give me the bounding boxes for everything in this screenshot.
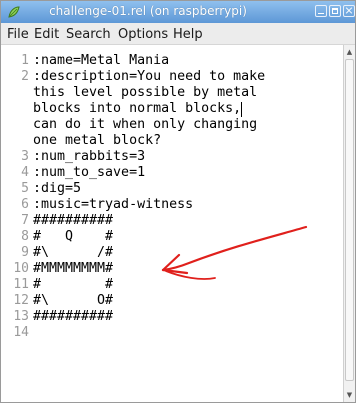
scrollbar-thumb[interactable] (345, 59, 354, 381)
line-number: 2 (21, 69, 29, 84)
line-text-wrap: one metal block? (33, 133, 162, 148)
vertical-scrollbar[interactable]: ▲ ▼ (343, 45, 355, 402)
menu-edit[interactable]: Edit (34, 27, 59, 42)
maximize-button[interactable] (329, 5, 341, 17)
menu-file[interactable]: File (7, 27, 29, 42)
line-number: 13 (13, 309, 29, 324)
scroll-up-arrow-icon[interactable]: ▲ (344, 46, 355, 58)
line-text: # # (33, 277, 114, 292)
line-number: 8 (21, 229, 29, 244)
line-number: 11 (13, 277, 29, 292)
editor-window: challenge-01.rel (on raspberrypi) File E… (0, 0, 356, 403)
line-text: ########## (33, 309, 114, 324)
line-text: :description=You need to make (33, 69, 266, 84)
line-text-wrap: blocks into normal blocks, (33, 101, 242, 116)
line-text: ########## (33, 213, 114, 228)
window-title: challenge-01.rel (on raspberrypi) (49, 4, 247, 18)
line-text-wrap: can do it when only changing (33, 117, 258, 132)
minimize-button[interactable] (315, 5, 327, 17)
line-number: 9 (21, 245, 29, 260)
line-number: 3 (21, 149, 29, 164)
line-text: :dig=5 (33, 181, 82, 196)
text-editor[interactable]: 1 :name=Metal Mania 2 :description=You n… (1, 45, 343, 402)
line-text: :num_rabbits=3 (33, 149, 146, 164)
line-number: 1 (21, 53, 29, 68)
menu-help[interactable]: Help (173, 27, 203, 42)
title-bar[interactable]: challenge-01.rel (on raspberrypi) (1, 1, 355, 23)
line-number: 12 (13, 293, 29, 308)
line-text: :music=tryad-witness (33, 197, 194, 212)
line-text-wrap: this level possible by metal (33, 85, 258, 100)
line-number: 14 (13, 325, 29, 340)
line-number: 4 (21, 165, 29, 180)
line-text: #\ /# (33, 245, 114, 260)
line-text: #MMMMMMMM# (33, 261, 114, 276)
menu-bar: File Edit Search Options Help (1, 23, 355, 45)
scroll-down-arrow-icon[interactable]: ▼ (344, 389, 355, 401)
line-number: 7 (21, 213, 29, 228)
menu-search[interactable]: Search (66, 27, 111, 42)
line-number: 5 (21, 181, 29, 196)
line-text: # Q # (33, 229, 114, 244)
line-text: :name=Metal Mania (33, 53, 170, 68)
close-button[interactable] (343, 5, 355, 17)
line-number: 10 (13, 261, 29, 276)
line-text: :num_to_save=1 (33, 165, 146, 180)
menu-options[interactable]: Options (118, 27, 168, 42)
line-text: #\ O# (33, 293, 114, 308)
line-number: 6 (21, 197, 29, 212)
text-cursor (241, 102, 242, 117)
